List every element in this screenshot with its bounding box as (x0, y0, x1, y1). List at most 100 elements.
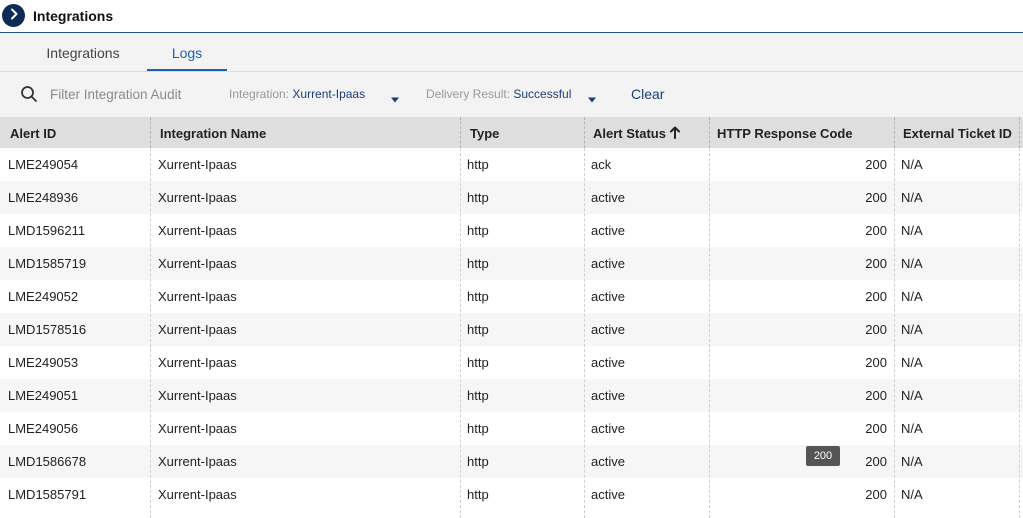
table-row[interactable]: LME249053 Xurrent-Ipaas http active 200 N/A (0, 346, 1023, 379)
clear-button[interactable]: Clear (631, 86, 664, 102)
cell-external-ticket-id: N/A (901, 157, 923, 172)
cell-alert-id: LME249054 (8, 157, 79, 172)
cell-alert-status: active (591, 388, 625, 403)
caret-down-icon[interactable] (390, 90, 400, 108)
cell-type: http (467, 256, 489, 271)
delivery-result-label: Delivery Result: (426, 87, 511, 101)
cell-integration-name: Xurrent-Ipaas (158, 322, 237, 337)
filter-bar: Integration: Xurrent-Ipaas Delivery Resu… (0, 72, 1023, 117)
column-divider (584, 148, 586, 518)
cell-integration-name: Xurrent-Ipaas (158, 190, 237, 205)
cell-http-response-code: 200 (865, 421, 887, 436)
cell-alert-id: LMD1596211 (8, 223, 86, 238)
cell-external-ticket-id: N/A (901, 388, 923, 403)
table-header: Alert ID Integration Name Type Alert Sta… (0, 117, 1023, 148)
tooltip: 200 (806, 446, 840, 466)
arrow-up-icon (669, 118, 680, 151)
table-row[interactable]: LMD1585719 Xurrent-Ipaas http active 200 N/A (0, 247, 1023, 280)
cell-http-response-code: 200 (865, 223, 887, 238)
search-input[interactable] (46, 83, 224, 105)
column-header-http-response-code[interactable]: HTTP Response Code (709, 117, 894, 148)
tab-bar: Integrations Logs (0, 33, 1023, 72)
table-row[interactable]: LMD1578516 Xurrent-Ipaas http active 200 N/A (0, 313, 1023, 346)
cell-external-ticket-id: N/A (901, 322, 923, 337)
table-row[interactable]: LME249056 Xurrent-Ipaas http active 200 N/A (0, 412, 1023, 445)
cell-http-response-code: 200 (865, 256, 887, 271)
column-divider (460, 148, 462, 518)
cell-alert-status: ack (591, 157, 612, 172)
cell-alert-id: LME249052 (8, 289, 79, 304)
cell-external-ticket-id: N/A (901, 487, 923, 502)
integration-filter-label: Integration: (229, 87, 290, 101)
cell-external-ticket-id: N/A (901, 454, 923, 469)
cell-alert-status: active (591, 355, 625, 370)
cell-alert-id: LME249053 (8, 355, 79, 370)
column-header-integration-name[interactable]: Integration Name (152, 117, 460, 148)
top-bar: Integrations (0, 0, 1023, 33)
table-row[interactable]: LMD1596211 Xurrent-Ipaas http active 200 N/A (0, 214, 1023, 247)
page-title: Integrations (33, 8, 114, 24)
cell-integration-name: Xurrent-Ipaas (158, 289, 237, 304)
table-row[interactable]: LMD1586678 Xurrent-Ipaas http active 200 N/A (0, 445, 1023, 478)
delivery-result-value: Successful (513, 87, 572, 101)
table-row[interactable]: LMD1585791 Xurrent-Ipaas http active 200 N/A (0, 478, 1023, 511)
cell-external-ticket-id: N/A (901, 190, 923, 205)
cell-http-response-code: 200 (865, 388, 887, 403)
cell-integration-name: Xurrent-Ipaas (158, 388, 237, 403)
nav-toggle-button[interactable] (2, 4, 25, 27)
cell-type: http (467, 223, 489, 238)
cell-alert-id: LMD1586678 (8, 454, 87, 469)
cell-type: http (467, 190, 489, 205)
cell-external-ticket-id: N/A (901, 421, 923, 436)
cell-alert-status: active (591, 454, 625, 469)
cell-integration-name: Xurrent-Ipaas (158, 355, 237, 370)
column-header-alert-status[interactable]: Alert Status (585, 117, 709, 148)
table-row[interactable]: LME249051 Xurrent-Ipaas http active 200 N/A (0, 379, 1023, 412)
cell-alert-id: LMD1578516 (8, 322, 87, 337)
tab-logs[interactable]: Logs (147, 33, 227, 71)
search-icon (20, 85, 38, 108)
column-divider[interactable] (1019, 117, 1021, 148)
cell-type: http (467, 388, 489, 403)
integration-filter-value: Xurrent-Ipaas (292, 87, 366, 101)
cell-http-response-code: 200 (865, 289, 887, 304)
cell-type: http (467, 487, 489, 502)
table-row[interactable]: LME249052 Xurrent-Ipaas http active 200 N/A (0, 280, 1023, 313)
column-divider (894, 148, 896, 518)
cell-alert-status: active (591, 190, 625, 205)
column-divider (150, 148, 152, 518)
integration-filter[interactable]: Integration: Xurrent-Ipaas (229, 87, 365, 101)
cell-http-response-code: 200 (865, 487, 887, 502)
alert-status-label: Alert Status (593, 126, 666, 141)
cell-alert-status: active (591, 487, 625, 502)
column-divider (1019, 148, 1021, 518)
cell-alert-id: LMD1585719 (8, 256, 87, 271)
cell-alert-id: LMD1585791 (8, 487, 87, 502)
column-header-type[interactable]: Type (462, 117, 584, 148)
chevron-right-icon (8, 7, 20, 25)
cell-external-ticket-id: N/A (901, 289, 923, 304)
cell-alert-status: active (591, 289, 625, 304)
cell-alert-id: LME249051 (8, 388, 79, 403)
cell-http-response-code: 200 (865, 157, 887, 172)
table-row[interactable]: LME249054 Xurrent-Ipaas http ack 200 N/A (0, 148, 1023, 181)
cell-alert-status: active (591, 421, 625, 436)
cell-http-response-code: 200 (865, 355, 887, 370)
cell-integration-name: Xurrent-Ipaas (158, 223, 237, 238)
tab-integrations[interactable]: Integrations (28, 33, 138, 71)
column-header-alert-id[interactable]: Alert ID (2, 117, 150, 148)
caret-down-icon[interactable] (587, 90, 597, 108)
cell-integration-name: Xurrent-Ipaas (158, 487, 237, 502)
cell-integration-name: Xurrent-Ipaas (158, 454, 237, 469)
cell-type: http (467, 454, 489, 469)
cell-type: http (467, 289, 489, 304)
cell-external-ticket-id: N/A (901, 223, 923, 238)
cell-type: http (467, 157, 489, 172)
cell-type: http (467, 355, 489, 370)
column-header-external-ticket-id[interactable]: External Ticket ID (895, 117, 1019, 148)
cell-external-ticket-id: N/A (901, 355, 923, 370)
cell-integration-name: Xurrent-Ipaas (158, 421, 237, 436)
table-row[interactable]: LME248936 Xurrent-Ipaas http active 200 N/A (0, 181, 1023, 214)
delivery-result-filter[interactable]: Delivery Result: Successful (426, 87, 571, 101)
cell-alert-id: LME249056 (8, 421, 79, 436)
